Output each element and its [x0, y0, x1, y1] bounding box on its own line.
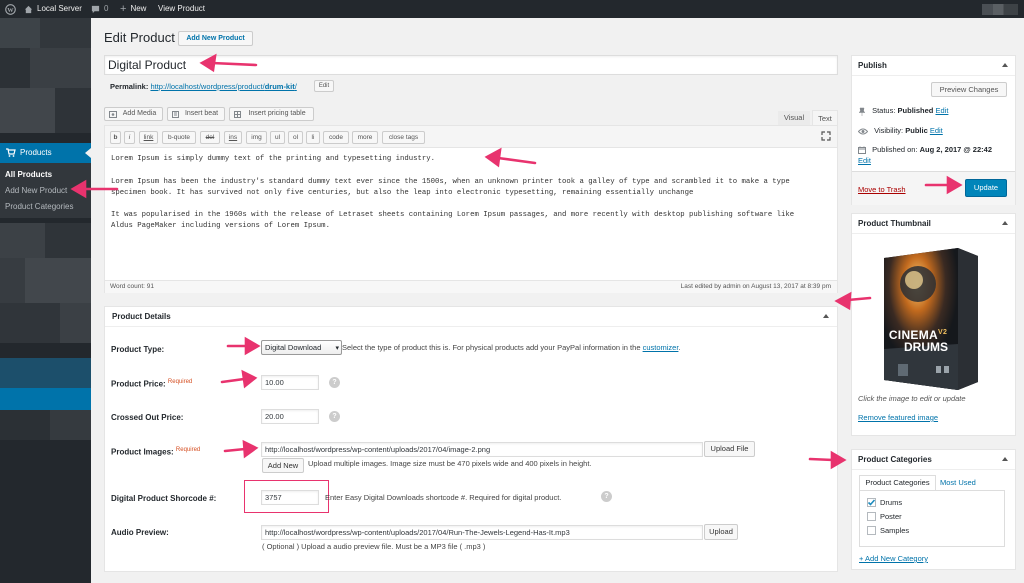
annotation-arrows [70, 53, 963, 470]
arrow-to-title [199, 53, 258, 73]
arrow-to-price [220, 369, 258, 389]
arrow-to-images [223, 439, 259, 459]
arrow-to-update [924, 175, 963, 195]
arrow-to-product-type [226, 336, 261, 356]
arrow-to-categories [808, 450, 847, 470]
arrow-to-thumbnail [834, 291, 872, 311]
arrow-to-add-new-product [70, 179, 119, 199]
arrow-to-content [484, 147, 537, 168]
